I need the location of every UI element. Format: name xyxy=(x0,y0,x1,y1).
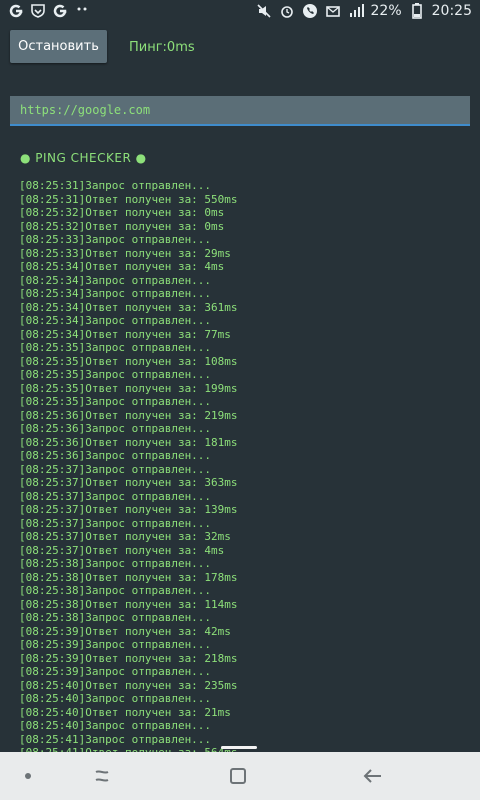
log-line: [08:25:32]Ответ получен за: 0ms xyxy=(19,219,225,233)
url-field[interactable] xyxy=(10,96,480,126)
clock: 20:25 xyxy=(431,3,472,19)
log-line: [08:25:37]Запрос отправлен... xyxy=(19,462,212,476)
log-line: [08:25:34]Запрос отправлен... xyxy=(19,314,212,327)
log-line: [08:25:38]Запрос отправлен... xyxy=(19,611,212,624)
log-line: [08:25:39]Ответ получен за: 42ms xyxy=(19,624,231,638)
log-line: [08:25:34]Ответ получен за: 77ms xyxy=(19,327,231,341)
log-line: [08:25:37]Запрос отправлен... xyxy=(19,516,212,530)
log-line: [08:25:40]Запрос отправлен... xyxy=(19,692,212,705)
log-line: [08:25:31]Ответ получен за: 550ms xyxy=(19,192,238,206)
home-icon[interactable] xyxy=(226,764,250,788)
log-line: [08:25:33]Ответ получен за: 29ms xyxy=(19,246,231,260)
shield-icon xyxy=(30,3,46,19)
log-line: [08:25:38]Ответ получен за: 114ms xyxy=(19,597,238,611)
log-line: [08:25:39]Ответ получен за: 218ms xyxy=(19,651,238,665)
status-bar: 22% 20:25 xyxy=(0,0,480,24)
log-line: [08:25:34]Ответ получен за: 361ms xyxy=(19,300,238,314)
log-line: [08:25:37]Запрос отправлен... xyxy=(19,489,212,503)
signal-icon xyxy=(348,3,364,19)
ping-checker-title: ● PING CHECKER ● xyxy=(20,151,147,165)
log-line: [08:25:38]Запрос отправлен... xyxy=(19,557,212,570)
log-line: [08:25:39]Запрос отправлен... xyxy=(19,638,212,651)
log-line: [08:25:31]Запрос отправлен... xyxy=(19,179,212,192)
scroll-indicator xyxy=(221,746,257,749)
log-line: [08:25:40]Запрос отправлен... xyxy=(19,719,212,732)
mail-icon xyxy=(325,3,341,19)
log-line: [08:25:37]Ответ получен за: 139ms xyxy=(19,503,238,516)
alarm-icon xyxy=(279,3,295,19)
log-line: [08:25:37]Ответ получен за: 4ms xyxy=(19,543,225,557)
ping-label: Пинг:0ms xyxy=(129,40,195,55)
log-line: [08:25:36]Запрос отправлен... xyxy=(19,449,212,462)
log-line: [08:25:35]Запрос отправлен... xyxy=(19,341,212,354)
log-line: [08:25:36]Запрос отправлен... xyxy=(19,422,212,435)
log-line: [08:25:35]Ответ получен за: 199ms xyxy=(19,381,238,395)
dot-icon[interactable] xyxy=(16,764,40,788)
battery-percent: 22% xyxy=(370,3,402,19)
more-dots-icon xyxy=(74,3,90,19)
ping-log[interactable]: [08:25:31]Запрос отправлен... [08:25:31]О… xyxy=(19,179,469,754)
log-line: [08:25:41]Запрос отправлен... xyxy=(19,732,212,746)
log-line: [08:25:34]Запрос отправлен... xyxy=(19,287,212,300)
log-line: [08:25:39]Запрос отправлен... xyxy=(19,665,212,678)
status-right-icons: 22% 20:25 xyxy=(256,3,472,19)
mute-icon xyxy=(256,3,272,19)
log-line: [08:25:34]Запрос отправлен... xyxy=(19,273,212,287)
google-icon xyxy=(8,3,24,19)
back-icon[interactable] xyxy=(360,764,384,788)
log-line: [08:25:38]Ответ получен за: 178ms xyxy=(19,570,238,584)
phone-icon xyxy=(302,3,318,19)
log-line: [08:25:36]Ответ получен за: 219ms xyxy=(19,408,238,422)
stop-button[interactable]: Остановить xyxy=(10,30,107,63)
log-line: [08:25:40]Ответ получен за: 235ms xyxy=(19,678,238,692)
log-line: [08:25:34]Ответ получен за: 4ms xyxy=(19,260,225,273)
log-line: [08:25:40]Ответ получен за: 21ms xyxy=(19,705,231,719)
log-line: [08:25:36]Ответ получен за: 181ms xyxy=(19,435,238,449)
navigation-bar xyxy=(0,752,480,800)
log-line: [08:25:35]Запрос отправлен... xyxy=(19,368,212,381)
log-line: [08:25:33]Запрос отправлен... xyxy=(19,233,212,246)
google-icon xyxy=(52,3,68,19)
log-line: [08:25:38]Запрос отправлен... xyxy=(19,584,212,597)
battery-icon xyxy=(409,3,425,19)
log-line: [08:25:35]Запрос отправлен... xyxy=(19,395,212,408)
recents-icon[interactable] xyxy=(92,764,116,788)
url-input[interactable] xyxy=(10,96,480,124)
log-line: [08:25:32]Ответ получен за: 0ms xyxy=(19,206,225,219)
log-line: [08:25:37]Ответ получен за: 363ms xyxy=(19,476,238,489)
log-line: [08:25:37]Ответ получен за: 32ms xyxy=(19,530,231,543)
log-line: [08:25:35]Ответ получен за: 108ms xyxy=(19,354,238,368)
status-left-icons xyxy=(8,3,90,19)
